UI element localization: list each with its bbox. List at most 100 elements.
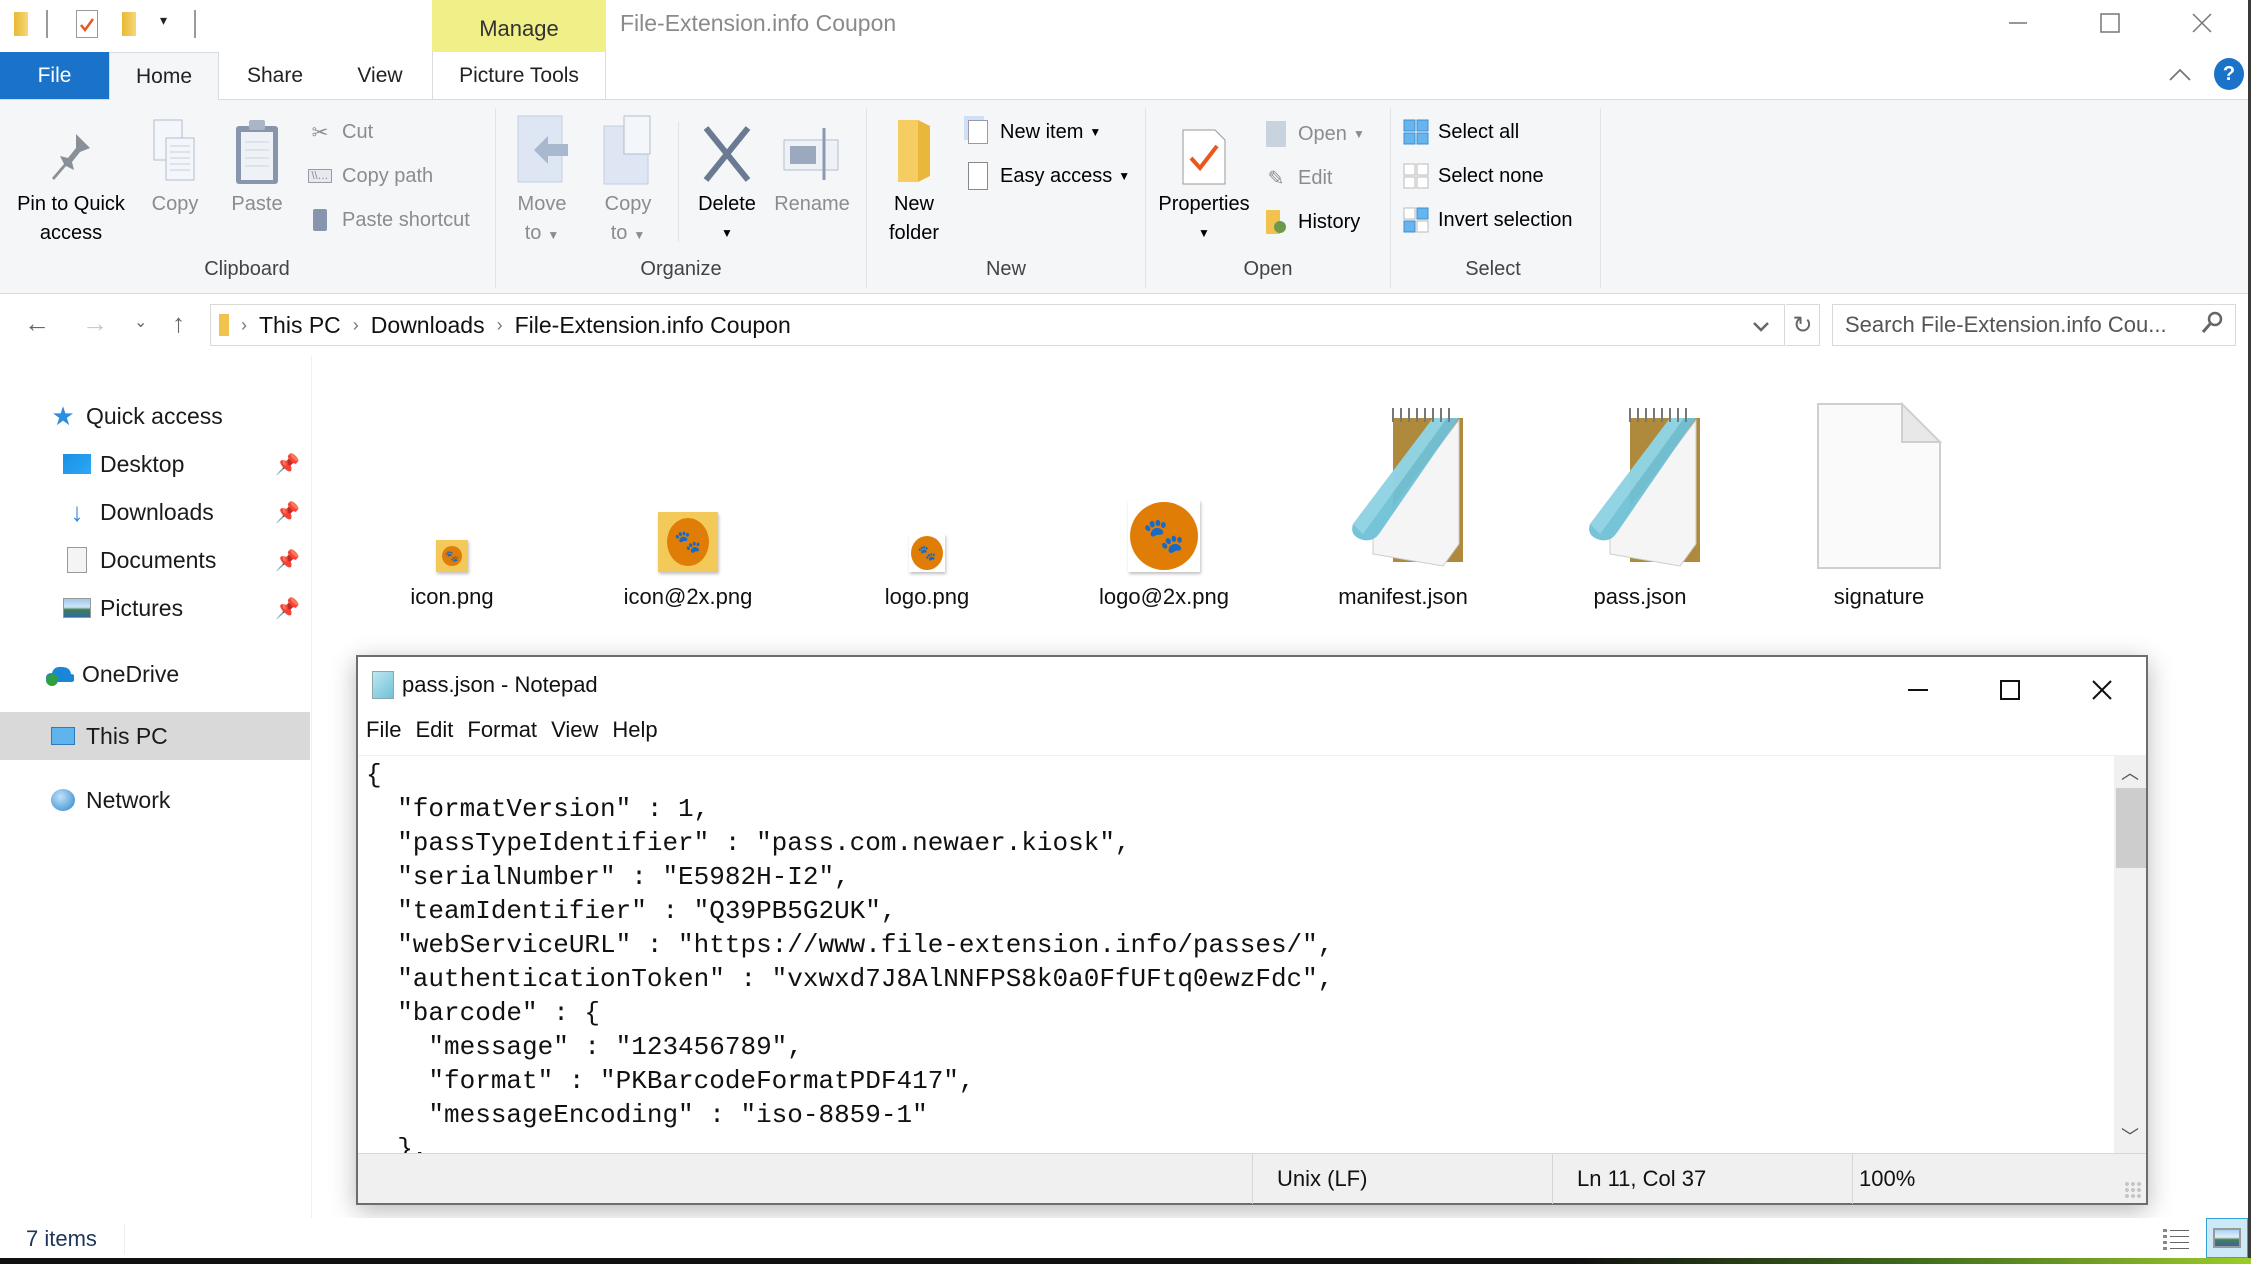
scissors-icon: ✂ [311,121,329,144]
nav-item-onedrive[interactable]: OneDrive [0,652,310,696]
notepad-maximize-button[interactable] [1964,661,2056,719]
item-count: 7 items [26,1226,97,1251]
text-line: "format" : "PKBarcodeFormatPDF417", [366,1066,975,1096]
invert-selection-button[interactable]: Invert selection [1402,204,1573,236]
close-button[interactable] [2156,0,2248,46]
pin-icon[interactable]: 📌 [275,452,300,477]
collapse-ribbon-button[interactable] [2168,62,2192,88]
address-row: ← → ⌄ ↑ › This PC › Downloads › File-Ext… [0,294,2251,356]
paw-thumbnail-icon: 🐾 [436,540,468,572]
delete-button[interactable]: Delete ▼ [688,114,766,248]
notepad-minimize-button[interactable] [1872,661,1964,719]
text-line: "message" : "123456789", [366,1032,803,1062]
menu-edit[interactable]: Edit [415,717,453,743]
refresh-icon[interactable]: ↻ [1786,304,1820,346]
copy-path-button[interactable]: \\… Copy path [306,160,433,192]
scrollbar-thumb[interactable] [2116,788,2146,868]
back-arrow-icon[interactable]: ← [24,308,50,339]
ribbon: Pin to Quick access Copy Paste ✂ Cut \\… C… [0,100,2251,294]
history-button[interactable]: History [1262,206,1360,238]
copy-path-icon: \\… [306,162,334,190]
nav-item-this-pc[interactable]: This PC [0,712,310,760]
select-none-button[interactable]: Select none [1402,160,1544,192]
properties-check-icon[interactable] [76,10,98,38]
tab-picture-tools[interactable]: Picture Tools [432,52,606,100]
notepad-text-area[interactable]: { "formatVersion" : 1, "passTypeIdentifi… [358,755,2116,1153]
desktop-icon [62,449,92,479]
tab-home[interactable]: Home [109,52,219,101]
nav-item-documents[interactable]: Documents 📌 [0,538,310,582]
menu-file[interactable]: File [366,717,401,743]
menu-format[interactable]: Format [467,717,537,743]
move-to-button[interactable]: Move to ▼ [506,114,578,250]
pin-icon[interactable]: 📌 [275,548,300,573]
text-line: "serialNumber" : "E5982H-I2", [366,862,850,892]
file-item[interactable]: 🐾 logo.png [817,380,1037,610]
breadcrumb-downloads[interactable]: Downloads [371,312,485,339]
nav-item-quick-access[interactable]: ★ Quick access [0,394,310,438]
scroll-down-chevron-icon[interactable]: ﹀ [2114,1123,2146,1149]
large-icons-view-icon[interactable] [2206,1218,2248,1258]
menu-view[interactable]: View [551,717,598,743]
nav-item-desktop[interactable]: Desktop 📌 [0,442,310,486]
rename-button[interactable]: Rename [770,114,854,219]
text-line: "webServiceURL" : "https://www.file-exte… [366,930,1334,960]
new-folder-icon[interactable] [122,12,136,36]
file-item[interactable]: 🐾 icon@2x.png [578,380,798,610]
resize-grip[interactable] [2124,1181,2142,1199]
edit-button[interactable]: ✎ Edit [1262,162,1333,194]
tab-share[interactable]: Share [220,52,330,100]
copy-to-button[interactable]: Copy to ▼ [592,114,664,250]
recent-locations-chevron-icon[interactable]: ⌄ [134,312,147,332]
properties-button[interactable]: Properties ▼ [1152,114,1256,248]
pin-icon[interactable]: 📌 [275,596,300,621]
edit-pencil-icon: ✎ [1267,167,1285,190]
help-button[interactable]: ? [2214,58,2244,90]
menu-help[interactable]: Help [612,717,657,743]
address-dropdown-chevron-icon[interactable] [1752,316,1770,339]
file-item[interactable]: signature [1769,380,1989,610]
pin-icon [46,114,96,186]
file-item[interactable]: manifest.json [1293,380,1513,610]
copy-button[interactable]: Copy [140,114,210,219]
up-arrow-icon[interactable]: ↑ [172,308,185,339]
line-endings-status: Unix (LF) [1252,1154,1552,1204]
manage-contextual-tab[interactable]: Manage [432,0,606,52]
easy-access-button[interactable]: Easy access ▼ [964,160,1130,192]
blank-file-icon [1817,401,1943,569]
select-all-button[interactable]: Select all [1402,116,1519,148]
paste-button[interactable]: Paste [222,114,292,219]
new-item-button[interactable]: New item ▼ [964,116,1101,148]
nav-item-pictures[interactable]: Pictures 📌 [0,586,310,630]
breadcrumb-current-folder[interactable]: File-Extension.info Coupon [515,312,791,339]
new-folder-button[interactable]: New folder [872,114,956,248]
customize-dropdown-icon[interactable]: ▾ [160,12,167,29]
breadcrumb-chevron-icon: › [241,314,247,335]
file-item[interactable]: pass.json [1530,380,1750,610]
notepad-vertical-scrollbar[interactable]: ︿ ﹀ [2114,755,2146,1153]
folder-icon[interactable] [14,12,28,36]
forward-arrow-icon[interactable]: → [82,308,108,339]
toolbar-divider [194,10,196,38]
pin-icon[interactable]: 📌 [275,500,300,525]
nav-item-network[interactable]: Network [0,778,310,822]
tab-file[interactable]: File [0,52,109,99]
tab-view[interactable]: View [330,52,430,100]
cut-button[interactable]: ✂ Cut [306,116,374,148]
maximize-button[interactable] [2064,0,2156,46]
paw-thumbnail-icon: 🐾 [658,512,718,572]
nav-item-downloads[interactable]: ↓ Downloads 📌 [0,490,310,534]
file-item[interactable]: 🐾 logo@2x.png [1054,380,1274,610]
search-input[interactable]: Search File-Extension.info Cou... [1832,304,2236,346]
address-bar[interactable]: › This PC › Downloads › File-Extension.i… [210,304,1785,346]
details-view-icon[interactable] [2160,1222,2192,1256]
open-button[interactable]: Open ▼ [1262,118,1365,150]
pin-to-quick-access-button[interactable]: Pin to Quick access [6,114,136,248]
paste-shortcut-button[interactable]: Paste shortcut [306,204,470,236]
breadcrumb-this-pc[interactable]: This PC [259,312,341,339]
minimize-button[interactable] [1972,0,2064,46]
invert-selection-icon [1402,206,1430,234]
notepad-close-button[interactable] [2056,661,2148,719]
scroll-up-chevron-icon[interactable]: ︿ [2114,759,2146,785]
file-item[interactable]: 🐾 icon.png [342,380,562,610]
